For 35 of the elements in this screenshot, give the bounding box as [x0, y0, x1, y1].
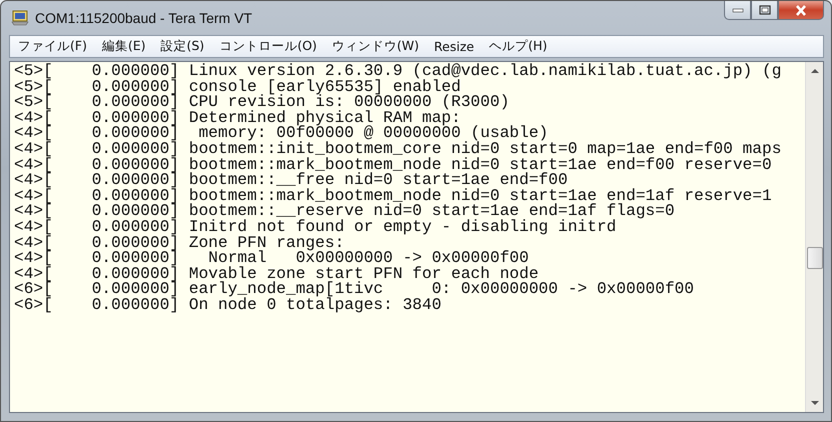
terminal-line: <4>[ 0.000000] Zone PFN ranges: [14, 236, 344, 252]
scroll-up-icon[interactable] [810, 68, 818, 73]
minimize-icon [732, 7, 744, 13]
menu-item[interactable]: ファイル(F) [18, 38, 87, 55]
menu-item[interactable]: ウィンドウ(W) [332, 38, 420, 55]
terminal-line: <5>[ 0.000000] Linux version 2.6.30.9 (cad@vdec.lab.namikilab.tuat.ac.jp) (g [14, 64, 782, 80]
terminal-line: <4>[ 0.000000] bootmem::mark_bootmem_node nid=0 start=1ae end=f00 reserve=0 [14, 158, 772, 174]
vertical-scrollbar[interactable] [805, 62, 823, 412]
terminal-line: <4>[ 0.000000] bootmem::mark_bootmem_node nid=0 start=1ae end=1af reserve=1 [14, 188, 773, 204]
terminal-line: <4>[ 0.000000] memory: 00f00000 @ 00000000 (usable) [14, 126, 548, 142]
menu-item[interactable]: コントロール(O) [219, 38, 317, 55]
close-button[interactable] [778, 1, 824, 20]
close-icon [795, 4, 807, 16]
terminal-line: <4>[ 0.000000] Normal 0x00000000 -> 0x00000f00 [14, 251, 529, 267]
menu-item[interactable]: 編集(E) [102, 38, 146, 55]
terminal-line: <5>[ 0.000000] CPU revision is: 00000000 (R3000) [14, 95, 510, 111]
terminal-line: <5>[ 0.000000] console [early65535] enabled [14, 80, 461, 96]
terminal-line: <4>[ 0.000000] bootmem::init_bootmem_core nid=0 start=0 map=1ae end=f00 maps [14, 142, 782, 158]
terminal-line: <4>[ 0.000000] bootmem::__reserve nid=0 start=1ae end=1af flags=0 [14, 204, 676, 220]
terminal-app-icon [11, 10, 29, 26]
menu-item[interactable]: ヘルプ(H) [489, 38, 548, 55]
scroll-down-icon[interactable] [810, 401, 818, 406]
maximize-button[interactable] [751, 1, 778, 20]
minimize-button[interactable] [724, 1, 751, 20]
terminal-line: <4>[ 0.000000] Movable zone start PFN for each node [14, 266, 539, 282]
terminal-line: <4>[ 0.000000] Initrd not found or empty - disabling initrd [14, 220, 616, 236]
terminal-line: <6>[ 0.000000] early_node_map[1tivc 0: 0x00000000 -> 0x00000f00 [14, 282, 695, 298]
terminal-line: <4>[ 0.000000] bootmem::__free nid=0 start=1ae end=f00 [14, 173, 568, 189]
menu-item[interactable]: Resize [434, 39, 474, 54]
terminal-line: <6>[ 0.000000] On node 0 totalpages: 3840 [14, 298, 442, 314]
scrollbar-thumb[interactable] [806, 247, 822, 269]
menu-item[interactable]: 設定(S) [160, 38, 204, 55]
window-title: COM1:115200baud - Tera Term VT [35, 10, 252, 26]
terminal-line: <4>[ 0.000000] Determined physical RAM map: [14, 110, 461, 126]
maximize-icon [758, 5, 770, 15]
